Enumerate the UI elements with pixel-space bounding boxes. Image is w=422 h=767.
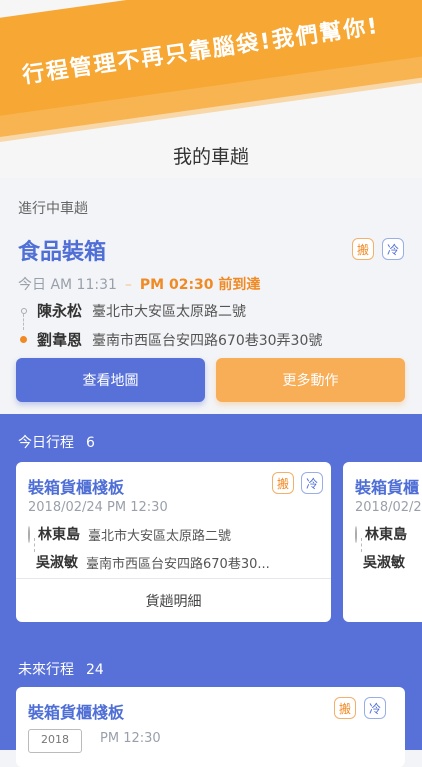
page-title: 我的車趟: [172, 146, 249, 168]
route-connector: [361, 538, 363, 552]
origin-dot-icon: [20, 307, 27, 314]
card-destination: 吳淑敏 臺南市西區台安四路670巷30...: [28, 552, 270, 572]
trip-detail-button[interactable]: 貨趟明細: [16, 579, 331, 622]
origin-address: 臺北市大安區太原路二號: [92, 303, 247, 320]
card-destination-name: 吳淑敏: [363, 555, 405, 571]
today-trip-card-next[interactable]: 裝箱貨櫃 2018/02/2 林東島 吳淑敏: [343, 462, 422, 622]
start-time: 今日 AM 11:31: [18, 277, 117, 293]
current-trip-title[interactable]: 食品裝箱: [18, 234, 106, 266]
current-section-label: 進行中車趟: [18, 201, 88, 217]
route-connector: [34, 538, 36, 552]
card-destination: 吳淑敏: [355, 552, 405, 572]
card-title: 裝箱貨櫃棧板: [28, 703, 125, 722]
origin-dot-icon: [28, 525, 30, 543]
current-trip-time: 今日 AM 11:31– PM 02:30 前到達: [18, 274, 260, 294]
today-label: 今日行程: [18, 435, 74, 451]
destination-address: 臺南市西區台安四路670巷30弄30號: [92, 332, 323, 349]
move-badge: 搬: [352, 238, 374, 260]
card-origin: 林東島 臺北市大安區太原路二號: [28, 524, 231, 544]
future-label: 未來行程: [18, 662, 74, 678]
view-map-button[interactable]: 查看地圖: [16, 358, 205, 402]
origin-name: 陳永松: [37, 302, 83, 320]
card-destination-address: 臺南市西區台安四路670巷30...: [86, 556, 270, 572]
today-count: 6: [86, 435, 95, 451]
route-origin: 陳永松 臺北市大安區太原路二號: [18, 300, 246, 321]
move-badge: 搬: [334, 697, 356, 719]
cold-badge: 冷: [301, 472, 323, 494]
card-time: 2018/02/24 PM 12:30: [28, 500, 168, 515]
future-date-box: 2018: [28, 729, 82, 753]
card-title: 裝箱貨櫃: [355, 478, 420, 497]
route-connector: [23, 314, 25, 330]
arrive-time: PM 02:30 前到達: [139, 277, 261, 293]
today-trip-card[interactable]: 裝箱貨櫃棧板 搬 冷 2018/02/24 PM 12:30 林東島 臺北市大安…: [16, 462, 331, 622]
card-origin-address: 臺北市大安區太原路二號: [88, 528, 232, 544]
card-origin-name: 林東島: [365, 527, 407, 543]
route-destination: 劉韋恩 臺南市西區台安四路670巷30弄30號: [18, 329, 322, 350]
current-trip-section: 進行中車趟 食品裝箱 搬 冷 今日 AM 11:31– PM 02:30 前到達 …: [0, 178, 422, 414]
card-title: 裝箱貨櫃棧板: [28, 478, 125, 497]
destination-name: 劉韋恩: [37, 331, 83, 349]
today-section-label: 今日行程 6: [18, 432, 95, 452]
card-destination-name: 吳淑敏: [36, 555, 78, 571]
time-dash: –: [124, 277, 132, 293]
future-section-label: 未來行程 24: [18, 659, 104, 679]
card-time: PM 12:30: [100, 731, 161, 746]
card-origin-name: 林東島: [38, 527, 80, 543]
origin-dot-icon: [355, 525, 357, 543]
cold-badge: 冷: [364, 697, 386, 719]
header-banner-area: 行程管理不再只靠腦袋!我們幫你! 我的車趟: [0, 0, 422, 178]
destination-dot-icon: [20, 336, 27, 343]
card-time: 2018/02/2: [355, 500, 422, 515]
future-trip-card[interactable]: 裝箱貨櫃棧板 搬 冷 2018 PM 12:30: [16, 687, 405, 767]
more-actions-button[interactable]: 更多動作: [216, 358, 405, 402]
move-badge: 搬: [272, 472, 294, 494]
trips-list-area: 今日行程 6 裝箱貨櫃棧板 搬 冷 2018/02/24 PM 12:30 林東島…: [0, 414, 422, 767]
future-count: 24: [86, 662, 104, 678]
cold-badge: 冷: [382, 238, 404, 260]
